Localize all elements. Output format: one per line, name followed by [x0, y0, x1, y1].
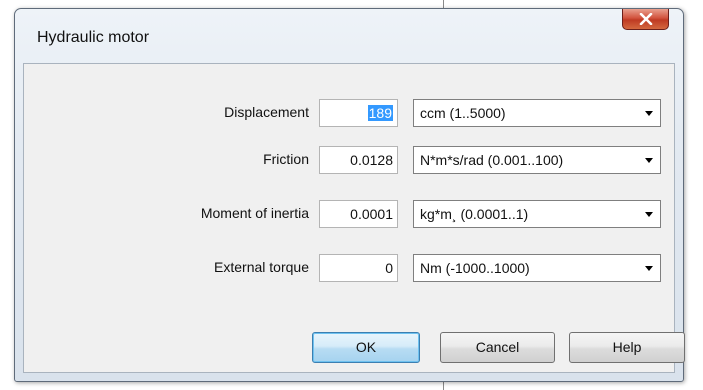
friction-unit: N*m*s/rad (0.001..100): [420, 152, 564, 168]
moment-of-inertia-label: Moment of inertia: [200, 205, 309, 221]
hydraulic-motor-dialog: Hydraulic motor Displacement 189 ccm (1.…: [14, 8, 685, 382]
chevron-down-icon: [645, 111, 653, 116]
displacement-value: 189: [367, 105, 393, 121]
friction-input[interactable]: 0.0128: [319, 146, 398, 174]
close-icon: [639, 13, 652, 25]
dialog-content: Displacement 189 ccm (1..5000) Friction …: [23, 63, 685, 373]
chevron-down-icon: [645, 212, 653, 217]
cancel-button[interactable]: Cancel: [440, 332, 555, 363]
external-torque-label: External torque: [214, 259, 309, 275]
friction-unit-select[interactable]: N*m*s/rad (0.001..100): [413, 146, 661, 174]
external-torque-row: External torque 0 Nm (-1000..1000): [24, 254, 674, 284]
friction-label: Friction: [263, 151, 309, 167]
displacement-unit-select[interactable]: ccm (1..5000): [413, 99, 661, 127]
moment-of-inertia-value: 0.0001: [350, 206, 393, 222]
chevron-down-icon: [645, 158, 653, 163]
external-torque-unit: Nm (-1000..1000): [420, 260, 530, 276]
close-button[interactable]: [622, 9, 669, 30]
external-torque-value: 0: [385, 260, 393, 276]
title-bar[interactable]: Hydraulic motor: [15, 9, 683, 63]
displacement-unit: ccm (1..5000): [420, 105, 506, 121]
displacement-input[interactable]: 189: [319, 99, 398, 127]
dialog-title: Hydraulic motor: [37, 29, 150, 46]
background-divider: [443, 382, 444, 390]
friction-value: 0.0128: [350, 152, 393, 168]
help-button[interactable]: Help: [569, 332, 685, 363]
ok-button[interactable]: OK: [312, 332, 420, 363]
moment-of-inertia-unit-select[interactable]: kg*m¸ (0.0001..1): [413, 200, 661, 228]
moment-of-inertia-input[interactable]: 0.0001: [319, 200, 398, 228]
displacement-row: Displacement 189 ccm (1..5000): [24, 99, 674, 129]
background-divider: [443, 0, 444, 8]
moment-of-inertia-row: Moment of inertia 0.0001 kg*m¸ (0.0001..…: [24, 200, 674, 230]
friction-row: Friction 0.0128 N*m*s/rad (0.001..100): [24, 146, 674, 176]
displacement-label: Displacement: [224, 104, 309, 120]
moment-of-inertia-unit: kg*m¸ (0.0001..1): [420, 206, 529, 222]
external-torque-unit-select[interactable]: Nm (-1000..1000): [413, 254, 661, 282]
external-torque-input[interactable]: 0: [319, 254, 398, 282]
chevron-down-icon: [645, 266, 653, 271]
